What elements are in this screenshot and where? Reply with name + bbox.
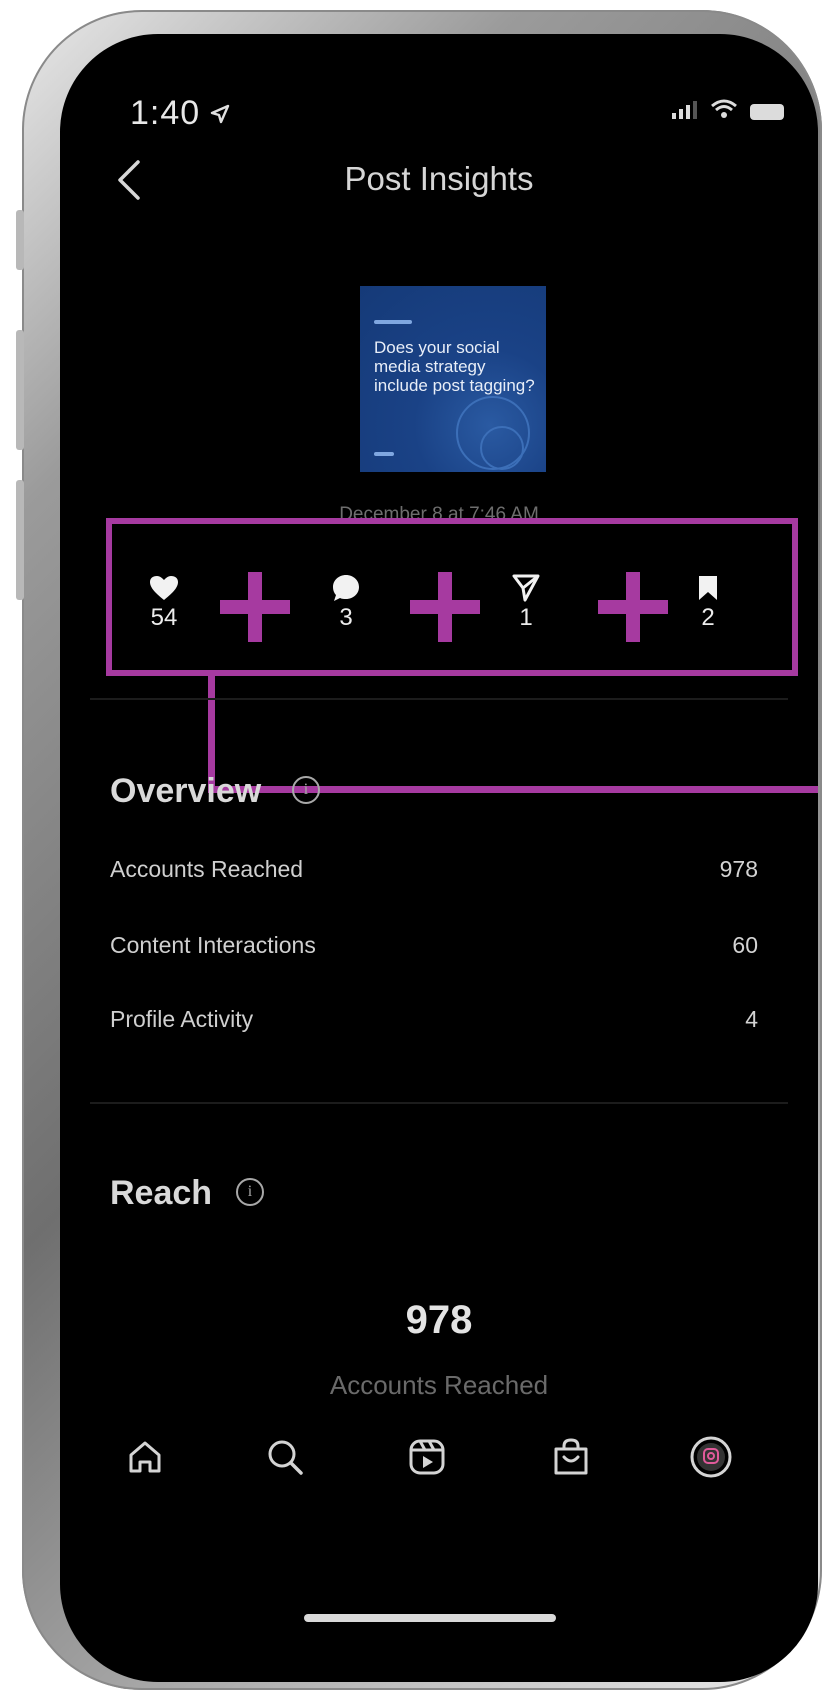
reach-value: 978 bbox=[405, 1298, 473, 1342]
status-time: 1:40 bbox=[130, 94, 201, 132]
volume-up-button bbox=[16, 330, 24, 450]
phone-screen: 1:40 Post Insights Does your social medi… bbox=[60, 34, 818, 1682]
overview-row-label: Profile Activity bbox=[110, 1006, 254, 1032]
overview-title: Overview bbox=[110, 772, 262, 810]
shop-icon bbox=[554, 1438, 588, 1475]
volume-down-button bbox=[16, 480, 24, 600]
search-tab[interactable] bbox=[260, 1432, 310, 1482]
home-icon bbox=[129, 1441, 161, 1473]
divider bbox=[90, 1102, 788, 1104]
location-arrow-icon bbox=[210, 104, 230, 124]
signal-icon bbox=[672, 101, 697, 119]
info-icon[interactable]: i bbox=[292, 776, 320, 804]
overview-row-label: Content Interactions bbox=[110, 932, 316, 958]
phone-frame: 1:40 Post Insights Does your social medi… bbox=[16, 10, 822, 1690]
profile-icon bbox=[690, 1436, 732, 1478]
page-title: Post Insights bbox=[344, 160, 534, 197]
info-icon[interactable]: i bbox=[236, 1178, 264, 1206]
shop-tab[interactable] bbox=[546, 1432, 596, 1482]
battery-icon bbox=[750, 104, 784, 120]
notch bbox=[318, 34, 560, 92]
wifi-icon bbox=[711, 99, 737, 118]
home-tab[interactable] bbox=[120, 1432, 170, 1482]
post-thumbnail[interactable]: Does your social media strategy include … bbox=[360, 286, 546, 472]
reach-label: Accounts Reached bbox=[329, 1370, 549, 1400]
profile-tab[interactable] bbox=[686, 1432, 736, 1482]
reels-icon bbox=[409, 1439, 445, 1475]
overview-row-value: 978 bbox=[719, 856, 758, 882]
highlight-box bbox=[106, 518, 798, 676]
mute-switch bbox=[16, 210, 24, 270]
overview-row-value: 4 bbox=[745, 1006, 758, 1032]
overview-row-value: 60 bbox=[732, 932, 758, 958]
reels-tab[interactable] bbox=[402, 1432, 452, 1482]
reach-title: Reach bbox=[110, 1174, 213, 1212]
home-indicator[interactable] bbox=[304, 1614, 556, 1622]
post-thumbnail-text: Does your social media strategy include … bbox=[374, 338, 535, 395]
search-icon bbox=[268, 1440, 303, 1475]
divider bbox=[90, 698, 788, 700]
overview-row-label: Accounts Reached bbox=[110, 856, 304, 882]
